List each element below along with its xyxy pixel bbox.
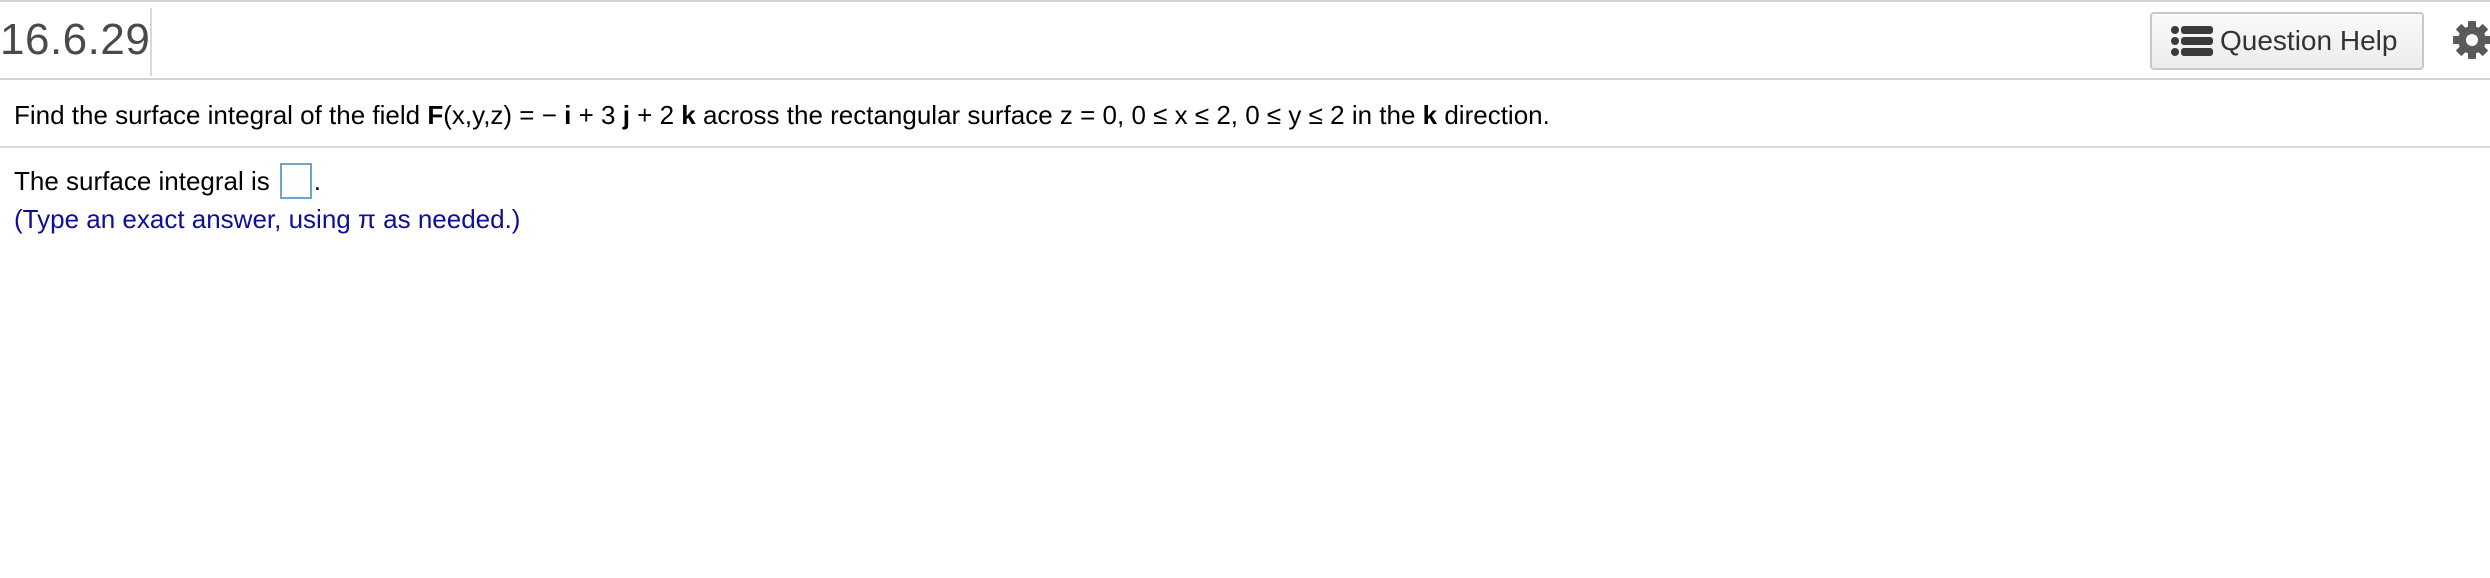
coef-k: + 2 [629, 100, 675, 130]
direction-symbol: k [1422, 100, 1438, 130]
header-separator [0, 78, 2490, 80]
field-symbol: F [427, 100, 444, 130]
prompt-prefix: Find the surface integral of the field [14, 100, 428, 130]
answer-line: The surface integral is . [14, 162, 321, 200]
question-help-label: Question Help [2220, 25, 2398, 56]
question-help-button[interactable]: Question Help [2150, 12, 2424, 70]
gear-icon[interactable] [2448, 16, 2490, 64]
answer-hint: (Type an exact answer, using π as needed… [14, 204, 521, 234]
prompt-middle: across the rectangular surface z = 0, 0 … [695, 100, 1423, 130]
unit-vector-k: k [681, 100, 696, 130]
answer-input[interactable] [279, 163, 312, 199]
prompt-separator [0, 146, 2490, 148]
list-icon [2170, 24, 2214, 58]
unit-vector-j: j [622, 100, 630, 130]
answer-label: The surface integral is [14, 166, 270, 196]
question-number: 16.6.29 [0, 15, 151, 64]
header-divider [150, 8, 152, 76]
prompt-suffix: direction. [1437, 100, 1550, 130]
question-prompt: Find the surface integral of the field F… [14, 98, 1550, 132]
coef-j: + 3 [571, 100, 616, 130]
field-args: (x,y,z) = − [443, 100, 557, 130]
question-header: 16.6.29 Question Help [0, 2, 2490, 78]
answer-period: . [313, 166, 322, 196]
